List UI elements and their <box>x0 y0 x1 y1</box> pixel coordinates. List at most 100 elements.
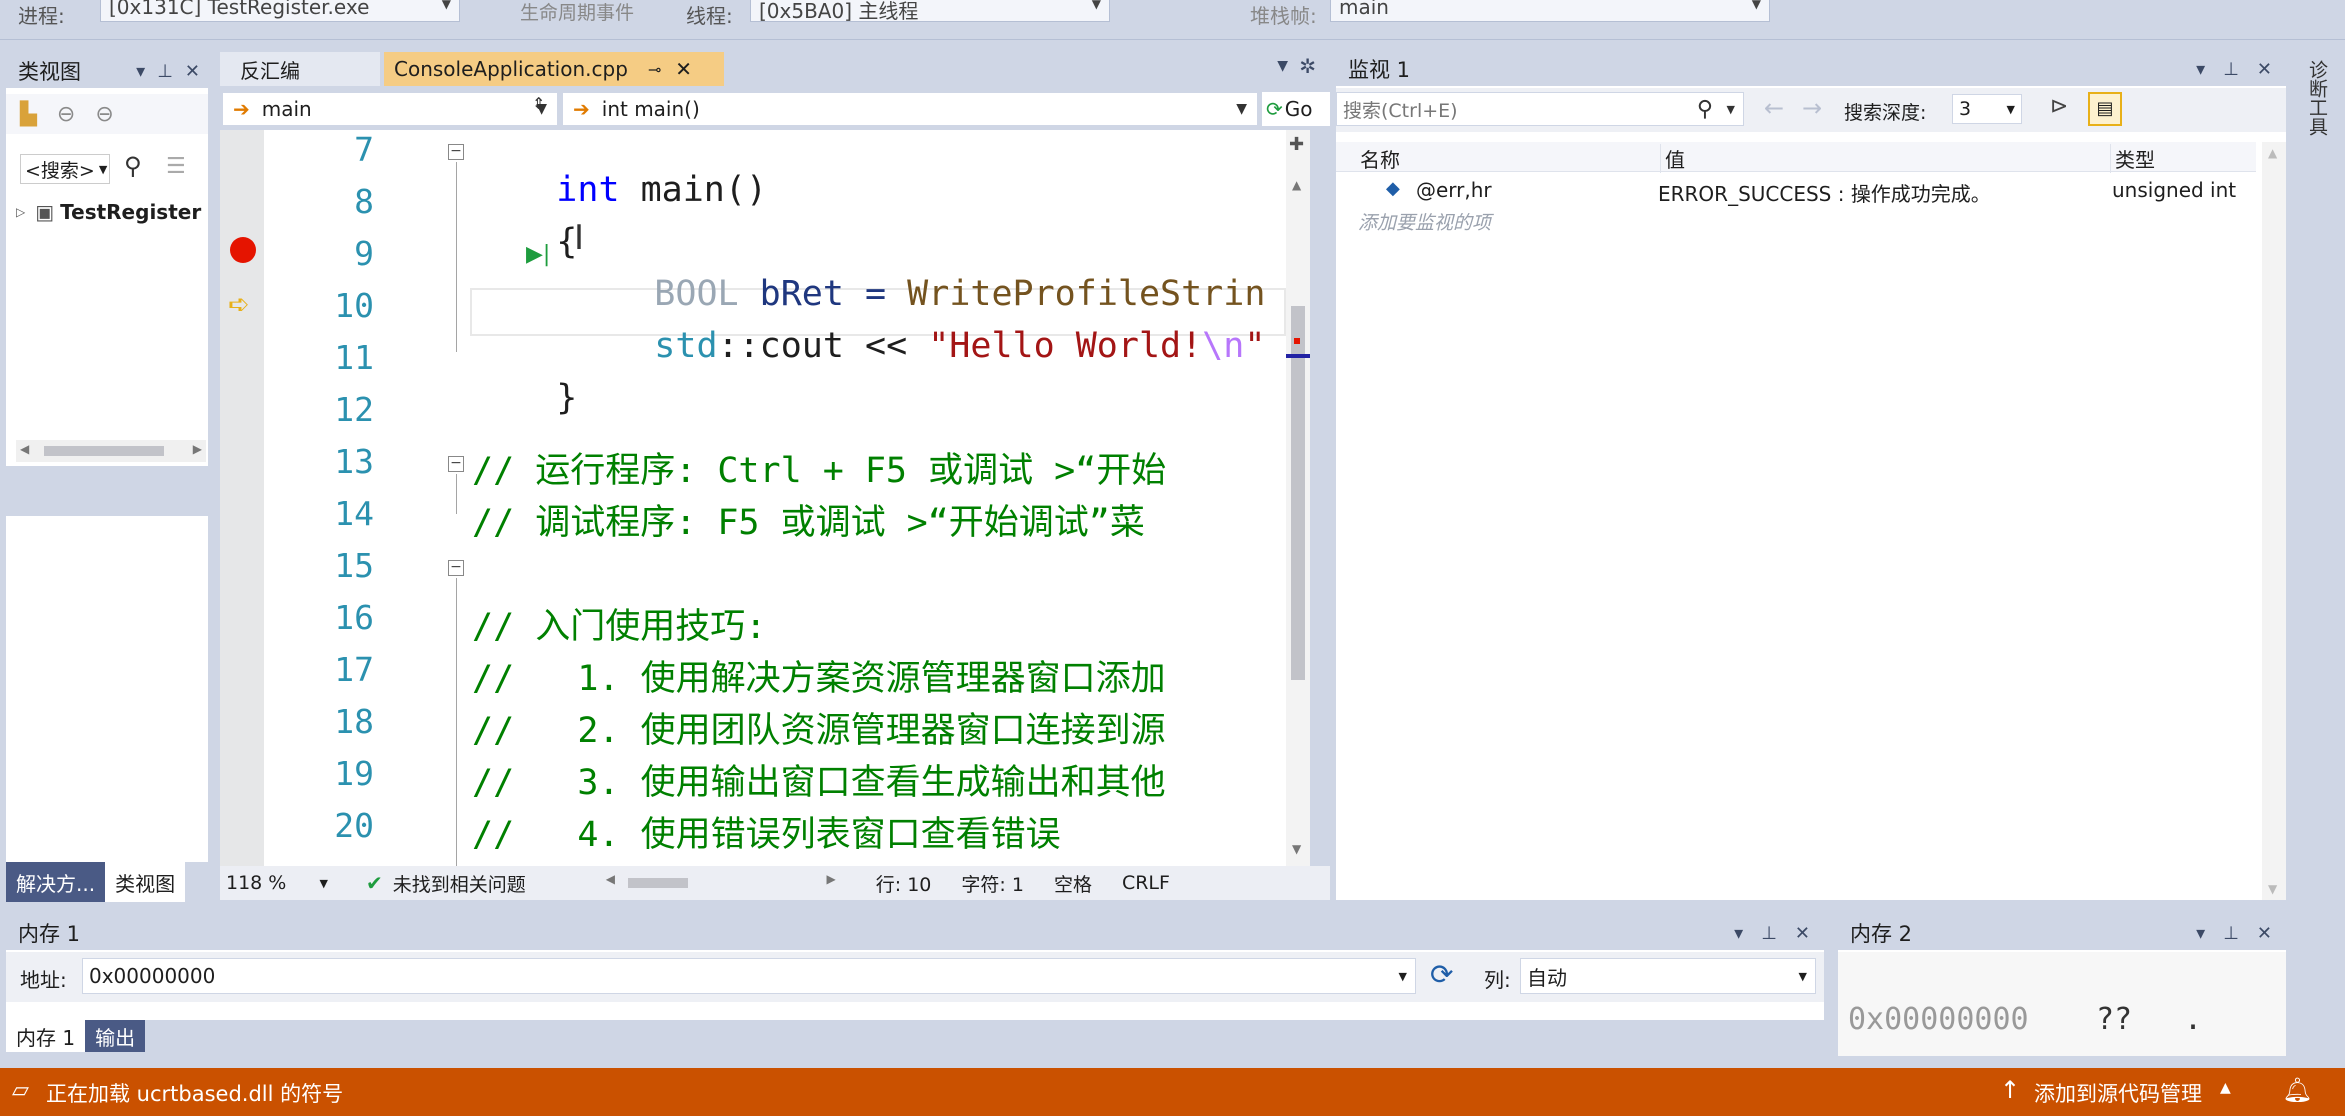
hex-view-icon[interactable]: ▤ <box>2088 92 2122 126</box>
tab-solution-explorer[interactable]: 解决方... <box>6 862 106 902</box>
tab-overflow-icon[interactable]: ▼ <box>1277 58 1288 74</box>
process-dropdown[interactable]: [0x131C] TestRegister.exe ▼ <box>100 0 460 22</box>
chevron-up-icon[interactable]: ▲ <box>2220 1080 2231 1096</box>
lifecycle-label[interactable]: 生命周期事件 <box>520 0 634 25</box>
pin-icon[interactable]: ⊥ <box>2223 59 2239 80</box>
classview-divider[interactable] <box>6 466 208 516</box>
dropdown-icon[interactable]: ▾ <box>1734 923 1743 944</box>
pin-icon[interactable]: ⊸ <box>648 60 661 79</box>
scroll-down-icon[interactable]: ▼ <box>1292 842 1301 856</box>
watch-header: 监视 1 ▾ ⊥ ✕ <box>1336 52 2286 86</box>
watch-vscroll[interactable]: ▲ ▼ <box>2262 142 2286 900</box>
scroll-right-icon[interactable]: ▶ <box>827 872 836 886</box>
upload-icon[interactable]: ↑ <box>2000 1076 2020 1104</box>
split-editor-icon[interactable]: ✚ <box>1289 134 1304 155</box>
string-end: " <box>1244 326 1266 366</box>
tab-classview[interactable]: 类视图 <box>105 862 186 902</box>
back-icon[interactable]: ⊖ <box>57 102 75 127</box>
collapse-icon[interactable]: − <box>448 456 464 472</box>
forward-arrow-icon[interactable]: → <box>1802 94 1822 122</box>
watch-search-input[interactable]: 搜索(Ctrl+E) ⚲ ▼ <box>1336 92 1744 126</box>
scroll-up-icon[interactable]: ▲ <box>1292 178 1301 192</box>
tab-consoleapplication[interactable]: ConsoleApplication.cpp ⊸ ✕ <box>384 52 724 86</box>
collapse-icon[interactable]: − <box>448 560 464 576</box>
line-number: 15 <box>334 546 374 585</box>
tab-disassembly[interactable]: 反汇编 <box>220 52 380 86</box>
pin-icon[interactable]: ⊥ <box>1761 923 1777 944</box>
add-watch-hint[interactable]: 添加要监视的项 <box>1358 208 1491 235</box>
scroll-thumb[interactable] <box>1291 306 1305 680</box>
function-dropdown[interactable]: ➔ int main() ▼ <box>562 92 1258 126</box>
scroll-thumb[interactable] <box>627 878 688 888</box>
source-control-button[interactable]: 添加到源代码管理 <box>2034 1078 2202 1108</box>
column-header-name[interactable]: 名称 <box>1360 144 1400 173</box>
scroll-left-icon[interactable]: ◀ <box>606 872 615 886</box>
notifications-icon[interactable]: 🔔︎ <box>2282 1076 2312 1104</box>
close-icon[interactable]: ✕ <box>185 61 200 82</box>
go-button[interactable]: ⟳ Go <box>1262 92 1330 126</box>
spacing-indicator[interactable]: 空格 <box>1054 870 1092 897</box>
close-icon[interactable]: ✕ <box>2257 923 2272 944</box>
back-arrow-icon[interactable]: ← <box>1764 94 1784 122</box>
dropdown-icon[interactable]: ▾ <box>2196 59 2205 80</box>
filter-icon[interactable]: ⊳ <box>2050 94 2068 119</box>
memory2-content[interactable]: 0x00000000 ?? . <box>1838 952 2286 1056</box>
search-icon[interactable]: ⚲ <box>124 152 142 180</box>
column-header-type[interactable]: 类型 <box>2110 144 2155 173</box>
columns-value: 自动 <box>1527 965 1567 990</box>
close-icon[interactable]: ✕ <box>675 57 692 81</box>
scroll-right-icon[interactable]: ▶ <box>193 442 202 456</box>
settings-icon[interactable]: ☰ <box>166 154 186 179</box>
code-editor[interactable]: ➪ 7 8 9 10 11 12 13 14 15 16 17 18 19 20… <box>220 130 1286 866</box>
columns-dropdown[interactable]: 自动 ▼ <box>1520 958 1816 994</box>
refresh-icon[interactable]: ⟳ <box>1430 958 1453 991</box>
search-icon[interactable]: ⚲ <box>1697 97 1713 122</box>
col-indicator[interactable]: 字符: 1 <box>961 870 1024 897</box>
line-number: 8 <box>354 182 374 221</box>
scroll-thumb[interactable] <box>44 446 164 456</box>
status-message: 正在加载 ucrtbased.dll 的符号 <box>46 1082 344 1106</box>
thread-dropdown[interactable]: [0x5BA0] 主线程 ▼ <box>750 0 1110 23</box>
classview-header: 类视图 ▾ ⊥ ✕ <box>6 54 208 88</box>
scroll-up-icon[interactable]: ▲ <box>2268 146 2277 160</box>
run-to-click-icon[interactable]: ▶| <box>526 242 550 267</box>
tree-item-testregister[interactable]: ▷ ▣ TestRegister <box>16 198 208 226</box>
pin-icon[interactable]: ⊥ <box>2223 923 2239 944</box>
classview-hscroll[interactable]: ◀ ▶ <box>16 440 206 462</box>
forward-icon[interactable]: ⊖ <box>95 102 113 127</box>
issues-text[interactable]: 未找到相关问题 <box>393 870 526 897</box>
address-input[interactable]: 0x00000000 ▼ <box>82 958 1416 994</box>
close-icon[interactable]: ✕ <box>1795 923 1810 944</box>
scroll-down-icon[interactable]: ▼ <box>2268 882 2277 896</box>
memory1-header: 内存 1 ▾ ⊥ ✕ <box>6 916 1824 950</box>
gear-icon[interactable]: ✲ <box>1299 54 1316 78</box>
scope-dropdown[interactable]: ➔ main ▼ <box>222 92 558 126</box>
scroll-left-icon[interactable]: ◀ <box>20 442 29 456</box>
chevron-down-icon: ▼ <box>1236 101 1247 117</box>
diagnostics-tab[interactable]: 诊断工具 <box>2294 52 2338 252</box>
pin-icon[interactable]: ⊥ <box>157 61 173 82</box>
close-icon[interactable]: ✕ <box>2257 59 2272 80</box>
collapse-icon[interactable]: − <box>448 144 464 160</box>
new-folder-icon[interactable]: ▙ <box>20 102 37 127</box>
split-icon[interactable]: ⇕ <box>532 94 545 113</box>
eol-indicator[interactable]: CRLF <box>1122 872 1170 894</box>
tab-memory1[interactable]: 内存 1 <box>6 1020 86 1052</box>
column-header-value[interactable]: 值 <box>1660 144 1685 173</box>
tab-output[interactable]: 输出 <box>85 1020 146 1052</box>
editor-vscroll[interactable]: ✚ ▲ ▼ <box>1286 130 1310 866</box>
chevron-down-icon[interactable]: ▼ <box>1727 103 1735 116</box>
depth-dropdown[interactable]: 3 ▼ <box>1952 94 2022 124</box>
arrow-icon: ➔ <box>573 97 590 121</box>
expand-icon[interactable]: ▷ <box>16 205 25 219</box>
classview-search[interactable]: <搜索> ▼ <box>20 154 110 184</box>
zoom-dropdown[interactable]: 118 % ▼ <box>220 866 336 900</box>
chevron-down-icon[interactable]: ▼ <box>1399 970 1407 983</box>
line-indicator[interactable]: 行: 10 <box>876 870 932 897</box>
code-line-18: // 2. 使用团队资源管理器窗口连接到源 <box>472 711 1166 751</box>
stackframe-dropdown[interactable]: main ▼ <box>1330 0 1770 22</box>
dropdown-icon[interactable]: ▾ <box>136 61 145 82</box>
watch-row[interactable]: ◆ @err,hr ERROR_SUCCESS : 操作成功完成。 unsign… <box>1336 176 2256 206</box>
editor-hscroll[interactable]: ◀ ▶ <box>606 866 836 900</box>
dropdown-icon[interactable]: ▾ <box>2196 923 2205 944</box>
